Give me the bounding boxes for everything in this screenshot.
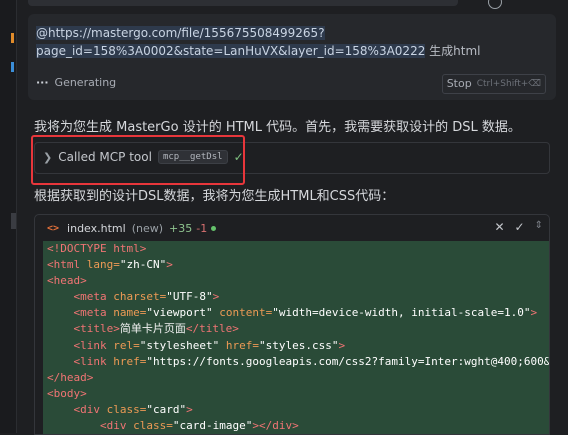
stop-label: Stop <box>446 77 472 90</box>
prompt-text: @https://mastergo.com/file/1556755084992… <box>36 24 506 60</box>
code-line: <link href="https://fonts.googleapis.com… <box>73 354 550 368</box>
code-line: <!DOCTYPE html> <box>47 242 147 255</box>
code-line: <body> <box>47 386 87 400</box>
generating-label: Generating <box>54 76 117 89</box>
check-icon: ✓ <box>233 150 244 164</box>
gutter-marker <box>11 213 16 229</box>
assistant-message-1: 我将为您生成 MasterGo 设计的 HTML 代码。首先，我需要获取设计的 … <box>34 120 521 135</box>
left-gutter <box>0 0 17 433</box>
code-line: <meta name="viewport" content="width=dev… <box>73 306 538 320</box>
code-line: <title>简单卡片页面</title> <box>73 322 239 336</box>
stop-shortcut: Ctrl+Shift+⌫ <box>476 79 541 89</box>
mcp-label: Called MCP tool <box>58 150 152 164</box>
code-line: </head> <box>47 370 94 384</box>
code-file-header[interactable]: <> index.html (new) +35 -1 ✕ ✓ ⇕ <box>35 215 549 241</box>
top-input-bar[interactable] <box>28 0 458 6</box>
gutter-marker <box>11 33 14 43</box>
lines-removed: -1 <box>196 221 208 235</box>
code-line: <html lang="zh-CN"> <box>47 258 173 272</box>
html-file-icon: <> <box>47 222 60 234</box>
stop-button[interactable]: Stop Ctrl+Shift+⌫ <box>441 74 546 94</box>
reject-icon[interactable]: ✕ <box>494 220 504 234</box>
code-line: <head> <box>47 274 87 288</box>
prompt-link-line2[interactable]: page_id=158%3A0002&state=LanHuVX&layer_i… <box>36 44 426 58</box>
code-diff-card: <> index.html (new) +35 -1 ✕ ✓ ⇕ <!DOCTY… <box>34 214 550 435</box>
expand-icon[interactable]: ⇕ <box>535 220 543 234</box>
user-prompt-card: @https://mastergo.com/file/1556755084992… <box>28 14 556 100</box>
prompt-link-line1[interactable]: @https://mastergo.com/file/1556755084992… <box>36 26 325 40</box>
history-icon[interactable] <box>488 0 502 9</box>
lines-added: +35 <box>169 221 193 235</box>
code-line: <div class="card"> <box>73 402 193 416</box>
mcp-tool-badge: mcp__getDsl <box>157 150 228 164</box>
accept-icon[interactable]: ✓ <box>515 220 525 234</box>
assistant-message-2: 根据获取到的设计DSL数据，我将为您生成HTML和CSS代码： <box>34 189 395 204</box>
generating-status: ··· Generating <box>36 76 116 89</box>
status-dot-icon <box>211 225 217 231</box>
file-name[interactable]: index.html <box>67 222 126 235</box>
chevron-right-icon[interactable]: ❯ <box>43 151 52 164</box>
code-line: <link rel="stylesheet" href="styles.css"… <box>73 338 346 352</box>
prompt-suffix: 生成html <box>425 44 481 58</box>
code-content: <!DOCTYPE html> <html lang="zh-CN"> <head>… <box>43 241 549 434</box>
loading-dots-icon: ··· <box>36 76 49 89</box>
mcp-tool-call[interactable]: ❯ Called MCP tool mcp__getDsl ✓ <box>34 142 550 174</box>
code-line: <meta charset="UTF-8"> <box>73 290 220 304</box>
file-status: (new) <box>131 221 164 235</box>
code-line: <div class="card-image"></div> <box>99 419 299 433</box>
gutter-marker <box>11 62 14 72</box>
